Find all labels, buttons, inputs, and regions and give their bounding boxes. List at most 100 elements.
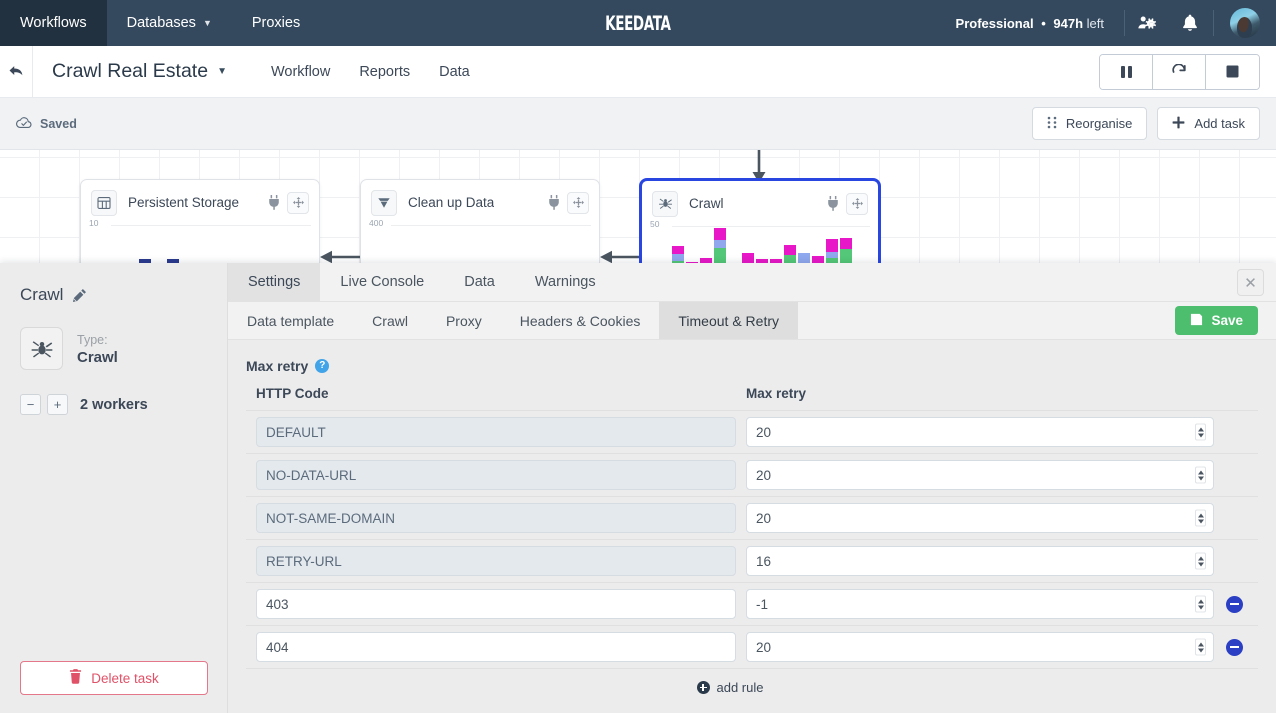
cloud-check-icon bbox=[16, 116, 32, 132]
max-retry-input[interactable] bbox=[746, 546, 1214, 576]
spider-icon bbox=[20, 327, 63, 370]
workflow-toolbar: Crawl Real Estate ▼ Workflow Reports Dat… bbox=[0, 46, 1276, 98]
task-type-label: Type: bbox=[77, 332, 108, 347]
tab-data[interactable]: Data bbox=[444, 263, 515, 301]
number-spinner[interactable] bbox=[1195, 466, 1206, 484]
add-task-button[interactable]: Add task bbox=[1157, 107, 1260, 140]
workflow-node-clean-up-data[interactable]: Clean up Data 400 bbox=[360, 179, 600, 272]
main-tab-bar: Settings Live Console Data Warnings ✕ bbox=[228, 263, 1276, 302]
node-title: Clean up Data bbox=[408, 195, 495, 210]
number-spinner[interactable] bbox=[1195, 638, 1206, 656]
stop-button[interactable] bbox=[1206, 54, 1259, 89]
move-handle-icon[interactable] bbox=[287, 191, 309, 214]
bell-icon[interactable] bbox=[1169, 0, 1211, 46]
subtab-proxy[interactable]: Proxy bbox=[427, 302, 501, 339]
node-actions bbox=[548, 191, 589, 214]
http-code-input[interactable] bbox=[256, 589, 736, 619]
chart-axis-label: 50 bbox=[650, 219, 660, 229]
table-icon bbox=[91, 189, 117, 216]
max-retry-input[interactable] bbox=[746, 589, 1214, 619]
http-code-input[interactable] bbox=[256, 460, 736, 490]
workflow-title-dropdown[interactable]: Crawl Real Estate ▼ bbox=[52, 60, 227, 83]
nav-item-workflows[interactable]: Workflows bbox=[0, 0, 107, 46]
plus-icon bbox=[1172, 116, 1185, 132]
column-header-http-code: HTTP Code bbox=[256, 386, 329, 401]
workers-row: − + 2 workers bbox=[20, 394, 207, 415]
subtab-timeout-retry[interactable]: Timeout & Retry bbox=[659, 302, 798, 339]
back-arrow-icon[interactable] bbox=[0, 46, 33, 97]
node-header: Persistent Storage bbox=[81, 180, 319, 225]
task-settings-area: Settings Live Console Data Warnings ✕ Da… bbox=[228, 263, 1276, 713]
restart-button[interactable] bbox=[1153, 54, 1206, 89]
subtab-headers-cookies[interactable]: Headers & Cookies bbox=[501, 302, 660, 339]
reorganise-button[interactable]: Reorganise bbox=[1031, 107, 1148, 140]
add-task-label: Add task bbox=[1194, 116, 1245, 131]
tab-workflow[interactable]: Workflow bbox=[271, 64, 330, 80]
plan-hours-remaining: 947h bbox=[1053, 15, 1084, 31]
tab-warnings[interactable]: Warnings bbox=[515, 263, 616, 301]
top-navigation-bar: Workflows Databases ▼ Proxies KEEDATA Pr… bbox=[0, 0, 1276, 46]
add-rule-button[interactable]: add rule bbox=[246, 669, 1214, 695]
max-retry-input[interactable] bbox=[746, 632, 1214, 662]
plan-separator: • bbox=[1041, 15, 1046, 31]
chart-axis-label: 10 bbox=[89, 218, 99, 228]
remove-rule-button[interactable] bbox=[1226, 638, 1243, 656]
subtab-data-template[interactable]: Data template bbox=[228, 302, 353, 339]
nav-item-label: Workflows bbox=[20, 15, 87, 31]
spider-icon bbox=[652, 190, 678, 217]
chevron-down-icon: ▼ bbox=[202, 18, 212, 28]
save-button[interactable]: Save bbox=[1175, 306, 1258, 335]
task-type-value: Crawl bbox=[77, 349, 118, 367]
node-header: Crawl bbox=[642, 181, 878, 226]
tab-data[interactable]: Data bbox=[439, 64, 470, 80]
workflow-node-persistent-storage[interactable]: Persistent Storage 10 bbox=[80, 179, 320, 272]
chevron-down-icon: ▼ bbox=[217, 66, 227, 77]
remove-rule-button[interactable] bbox=[1226, 595, 1243, 613]
http-code-input[interactable] bbox=[256, 417, 736, 447]
canvas-actions: Reorganise Add task bbox=[1031, 107, 1260, 140]
http-code-input[interactable] bbox=[256, 503, 736, 533]
number-spinner[interactable] bbox=[1195, 595, 1206, 613]
plug-icon[interactable] bbox=[827, 196, 839, 211]
workers-decrement-button[interactable]: − bbox=[20, 394, 41, 415]
delete-task-button[interactable]: Delete task bbox=[20, 661, 208, 695]
table-row bbox=[246, 540, 1258, 583]
table-row bbox=[246, 411, 1258, 454]
workflow-canvas[interactable]: Persistent Storage 10 Clean up Data 400 … bbox=[0, 150, 1276, 272]
workers-increment-button[interactable]: + bbox=[47, 394, 68, 415]
workers-count-label: 2 workers bbox=[80, 396, 148, 413]
workflow-node-crawl[interactable]: Crawl 50 bbox=[640, 179, 880, 272]
nav-item-databases[interactable]: Databases ▼ bbox=[107, 0, 232, 46]
number-spinner[interactable] bbox=[1195, 423, 1206, 441]
move-handle-icon[interactable] bbox=[567, 191, 589, 214]
move-handle-icon[interactable] bbox=[846, 192, 868, 215]
close-icon[interactable]: ✕ bbox=[1237, 269, 1264, 296]
pause-button[interactable] bbox=[1100, 54, 1153, 89]
subtab-crawl[interactable]: Crawl bbox=[353, 302, 427, 339]
nav-item-label: Proxies bbox=[251, 15, 301, 31]
plug-icon[interactable] bbox=[268, 195, 280, 210]
plug-icon[interactable] bbox=[548, 195, 560, 210]
number-spinner[interactable] bbox=[1195, 552, 1206, 570]
max-retry-input[interactable] bbox=[746, 417, 1214, 447]
node-actions bbox=[827, 192, 868, 215]
users-cog-icon[interactable] bbox=[1127, 0, 1169, 46]
tab-live-console[interactable]: Live Console bbox=[320, 263, 444, 301]
table-row bbox=[246, 454, 1258, 497]
http-code-input[interactable] bbox=[256, 546, 736, 576]
pencil-icon[interactable] bbox=[72, 288, 87, 303]
trash-icon bbox=[69, 669, 82, 687]
help-circle-icon[interactable]: ? bbox=[315, 359, 330, 373]
delete-task-label: Delete task bbox=[91, 670, 159, 686]
http-code-input[interactable] bbox=[256, 632, 736, 662]
avatar[interactable] bbox=[1230, 8, 1260, 38]
tab-settings[interactable]: Settings bbox=[228, 263, 321, 301]
max-retry-input[interactable] bbox=[746, 503, 1214, 533]
tab-reports[interactable]: Reports bbox=[359, 64, 410, 80]
number-spinner[interactable] bbox=[1195, 509, 1206, 527]
max-retry-input[interactable] bbox=[746, 460, 1214, 490]
table-row bbox=[246, 583, 1258, 626]
task-title: Crawl bbox=[20, 285, 207, 305]
nav-item-proxies[interactable]: Proxies bbox=[232, 0, 320, 46]
nav-item-label: Databases bbox=[126, 15, 196, 31]
